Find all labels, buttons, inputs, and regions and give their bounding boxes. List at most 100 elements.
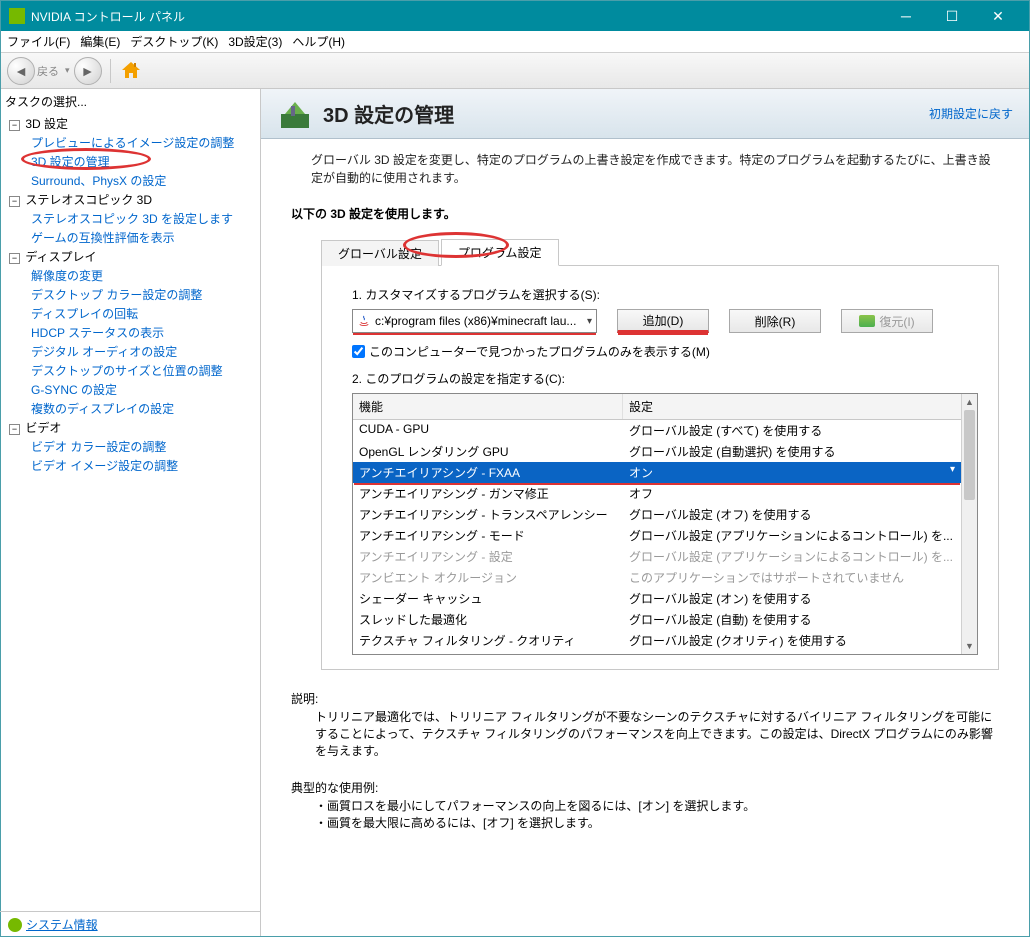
collapse-icon[interactable]: − [9, 253, 20, 264]
tree-group-0[interactable]: − 3D 設定 [9, 114, 256, 133]
table-row[interactable]: アンチエイリアシング - ガンマ修正オフ [353, 483, 961, 504]
reset-defaults-link[interactable]: 初期設定に戻す [929, 105, 1013, 122]
collapse-icon[interactable]: − [9, 196, 20, 207]
cell-setting[interactable]: グローバル設定 (オン) を使用する [623, 588, 961, 609]
table-row[interactable]: スレッドした最適化グローバル設定 (自動) を使用する [353, 609, 961, 630]
cell-setting[interactable]: オフ [623, 483, 961, 504]
nav-back-label: 戻る [37, 63, 59, 79]
table-row[interactable]: アンチエイリアシング - 設定グローバル設定 (アプリケーションによるコントロー… [353, 546, 961, 567]
tree-item[interactable]: デスクトップのサイズと位置の調整 [31, 361, 256, 380]
tree-group-1[interactable]: − ステレオスコピック 3D [9, 190, 256, 209]
tree-item[interactable]: ビデオ カラー設定の調整 [31, 437, 256, 456]
cell-setting[interactable]: グローバル設定 (すべて) を使用する [623, 420, 961, 441]
sidebar-title: タスクの選択... [5, 93, 256, 110]
remove-button[interactable]: 削除(R) [729, 309, 821, 333]
titlebar: NVIDIA コントロール パネル ─ ☐ ✕ [1, 1, 1029, 31]
only-found-label: このコンピューターで見つかったプログラムのみを表示する(M) [369, 343, 710, 360]
tree-item[interactable]: プレビューによるイメージ設定の調整 [31, 133, 256, 152]
menu-file[interactable]: ファイル(F) [7, 33, 70, 50]
system-info-link[interactable]: システム情報 [26, 916, 98, 933]
tree-item[interactable]: G-SYNC の設定 [31, 380, 256, 399]
table-row[interactable]: テクスチャ フィルタリング - トリリニア最適化グローバル設定 (オン) を使用… [353, 651, 961, 654]
nvidia-restore-icon [859, 315, 875, 327]
scroll-up-icon[interactable]: ▲ [962, 394, 977, 410]
tree-item[interactable]: デスクトップ カラー設定の調整 [31, 285, 256, 304]
page-title: 3D 設定の管理 [323, 99, 929, 128]
maximize-button[interactable]: ☐ [929, 1, 975, 31]
page-description: グローバル 3D 設定を変更し、特定のプログラムの上書き設定を作成できます。特定… [261, 139, 1029, 195]
cell-feature: アンチエイリアシング - 設定 [353, 546, 623, 567]
table-row[interactable]: シェーダー キャッシュグローバル設定 (オン) を使用する [353, 588, 961, 609]
tree-item[interactable]: ビデオ イメージ設定の調整 [31, 456, 256, 475]
nav-back-button[interactable]: ◄ [7, 57, 35, 85]
statusbar: システム情報 [1, 911, 260, 936]
menu-desktop[interactable]: デスクトップ(K) [130, 33, 218, 50]
cell-setting[interactable]: このアプリケーションではサポートされていません [623, 567, 961, 588]
table-row[interactable]: アンチエイリアシング - FXAAオン▾ [353, 462, 961, 483]
tree-item[interactable]: 複数のディスプレイの設定 [31, 399, 256, 418]
table-row[interactable]: アンビエント オクルージョンこのアプリケーションではサポートされていません [353, 567, 961, 588]
close-button[interactable]: ✕ [975, 1, 1021, 31]
cell-setting[interactable]: グローバル設定 (自動) を使用する [623, 609, 961, 630]
scroll-down-icon[interactable]: ▼ [962, 638, 977, 654]
usage-line-1: ・画質ロスを最小にしてパフォーマンスの向上を図るには、[オン] を選択します。 [315, 798, 999, 815]
scrollbar-vertical[interactable]: ▲ ▼ [961, 394, 977, 654]
chevron-down-icon: ▾ [587, 316, 592, 327]
table-row[interactable]: CUDA - GPUグローバル設定 (すべて) を使用する [353, 420, 961, 441]
chevron-down-icon[interactable]: ▾ [950, 464, 955, 475]
step1-label: 1. カスタマイズするプログラムを選択する(S): [352, 286, 978, 303]
minimize-button[interactable]: ─ [883, 1, 929, 31]
tree-item[interactable]: ゲームの互換性評価を表示 [31, 228, 256, 247]
program-select-combo[interactable]: c:¥program files (x86)¥minecraft lau... … [352, 309, 597, 333]
page-header: 3D 設定の管理 初期設定に戻す [261, 89, 1029, 139]
menu-edit[interactable]: 編集(E) [80, 33, 120, 50]
tab-global[interactable]: グローバル設定 [321, 240, 439, 266]
tree-item[interactable]: ディスプレイの回転 [31, 304, 256, 323]
cell-setting[interactable]: グローバル設定 (オン) を使用する [623, 651, 961, 654]
window-title: NVIDIA コントロール パネル [31, 8, 883, 25]
table-row[interactable]: アンチエイリアシング - トランスペアレンシーグローバル設定 (オフ) を使用す… [353, 504, 961, 525]
toolbar-separator [110, 59, 111, 83]
tab-program[interactable]: プログラム設定 [441, 239, 559, 266]
menubar: ファイル(F) 編集(E) デスクトップ(K) 3D設定(3) ヘルプ(H) [1, 31, 1029, 53]
scrollbar-thumb[interactable] [964, 410, 975, 500]
menu-3d-settings[interactable]: 3D設定(3) [228, 33, 282, 50]
table-row[interactable]: アンチエイリアシング - モードグローバル設定 (アプリケーションによるコントロ… [353, 525, 961, 546]
cell-setting[interactable]: グローバル設定 (自動選択) を使用する [623, 441, 961, 462]
tree-item[interactable]: ステレオスコピック 3D を設定します [31, 209, 256, 228]
tree-item[interactable]: デジタル オーディオの設定 [31, 342, 256, 361]
table-row[interactable]: テクスチャ フィルタリング - クオリティグローバル設定 (クオリティ) を使用… [353, 630, 961, 651]
cell-setting[interactable]: オン▾ [623, 462, 961, 483]
cell-feature: CUDA - GPU [353, 420, 623, 441]
only-found-checkbox[interactable] [352, 345, 365, 358]
tree-group-2[interactable]: − ディスプレイ [9, 247, 256, 266]
col-setting-header[interactable]: 設定 [623, 394, 961, 419]
nav-back-dropdown[interactable]: ▾ [65, 65, 70, 76]
cell-setting[interactable]: グローバル設定 (オフ) を使用する [623, 504, 961, 525]
collapse-icon[interactable]: − [9, 424, 20, 435]
tree-item[interactable]: Surround、PhysX の設定 [31, 171, 256, 190]
table-row[interactable]: OpenGL レンダリング GPUグローバル設定 (自動選択) を使用する [353, 441, 961, 462]
tree-item[interactable]: 解像度の変更 [31, 266, 256, 285]
cell-feature: テクスチャ フィルタリング - トリリニア最適化 [353, 651, 623, 654]
add-button[interactable]: 追加(D) [617, 309, 709, 333]
tree-item[interactable]: HDCP ステータスの表示 [31, 323, 256, 342]
cell-setting[interactable]: グローバル設定 (クオリティ) を使用する [623, 630, 961, 651]
tree-group-3[interactable]: − ビデオ [9, 418, 256, 437]
java-icon [357, 314, 371, 328]
home-icon[interactable] [119, 59, 143, 83]
app-logo-icon [9, 8, 25, 24]
nvidia-icon [8, 918, 22, 932]
tree-item[interactable]: 3D 設定の管理 [31, 152, 256, 171]
nav-forward-button[interactable]: ► [74, 57, 102, 85]
explain-body: トリリニア最適化では、トリリニア フィルタリングが不要なシーンのテクスチャに対す… [291, 709, 999, 759]
col-feature-header[interactable]: 機能 [353, 394, 623, 419]
menu-help[interactable]: ヘルプ(H) [292, 33, 345, 50]
cell-setting[interactable]: グローバル設定 (アプリケーションによるコントロール) を... [623, 546, 961, 567]
restore-button[interactable]: 復元(I) [841, 309, 933, 333]
collapse-icon[interactable]: − [9, 120, 20, 131]
step2-label: 2. このプログラムの設定を指定する(C): [352, 370, 978, 387]
toolbar: ◄ 戻る ▾ ► [1, 53, 1029, 89]
cell-setting[interactable]: グローバル設定 (アプリケーションによるコントロール) を... [623, 525, 961, 546]
cell-feature: アンチエイリアシング - モード [353, 525, 623, 546]
